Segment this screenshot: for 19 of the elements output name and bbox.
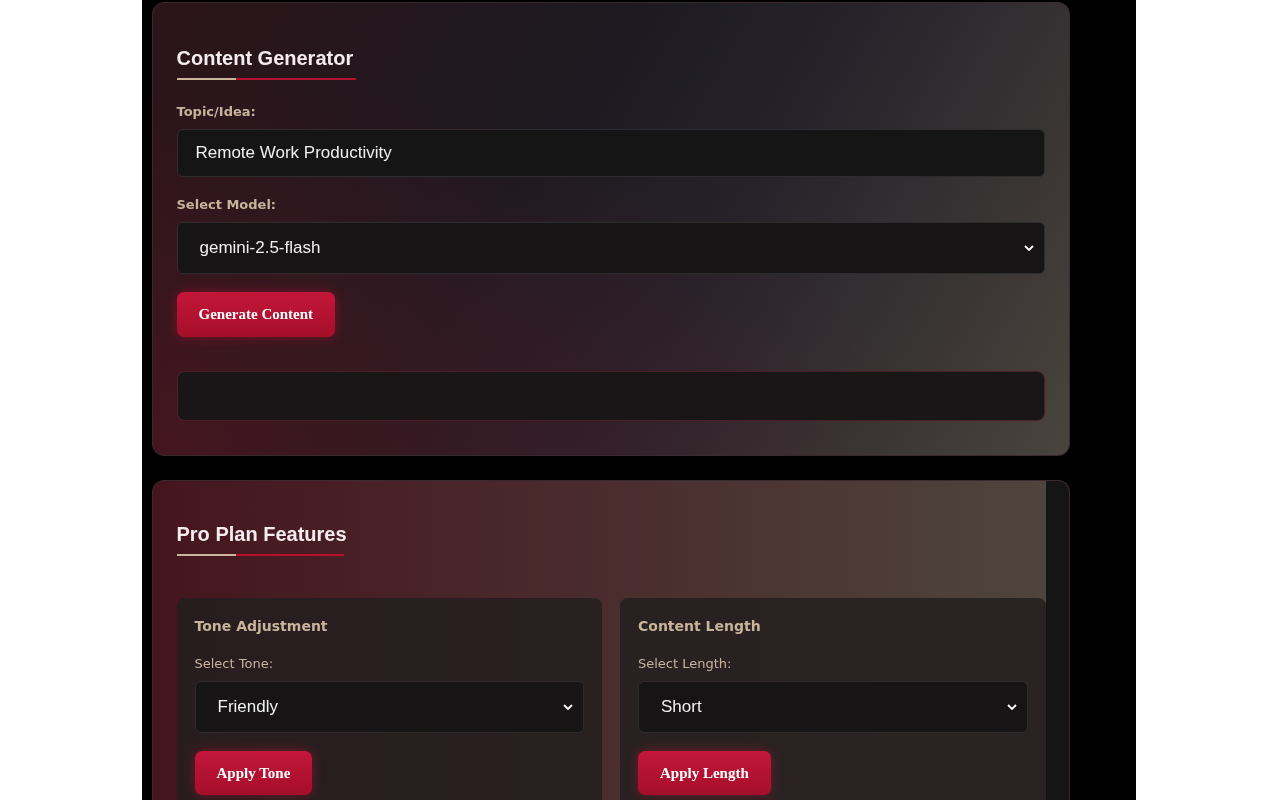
scrollbar[interactable]: [1045, 481, 1069, 800]
section-title: Content Generator: [176, 47, 354, 70]
field-label: Topic/Idea:: [176, 104, 257, 119]
apply-button[interactable]: Apply Length: [638, 751, 771, 795]
model-select[interactable]: gemini-2.5-flash: [176, 222, 1045, 274]
chevron-down-icon: [1023, 245, 1034, 251]
feature-title: Tone Adjustment: [194, 618, 329, 634]
field-label: Select Tone:: [194, 656, 275, 671]
topic-input[interactable]: Remote Work Productivity: [176, 129, 1045, 177]
section-title: Pro Plan Features: [176, 523, 347, 546]
feature-title: Content Length: [638, 618, 762, 634]
option-select[interactable]: Friendly: [194, 681, 584, 733]
option-select[interactable]: Short: [638, 681, 1028, 733]
field-label: Select Length:: [638, 656, 733, 671]
chevron-down-icon: [563, 704, 573, 710]
generate-button[interactable]: Generate Content: [176, 292, 336, 337]
field-label: Select Model:: [176, 197, 278, 212]
chevron-down-icon: [1006, 704, 1017, 710]
apply-button[interactable]: Apply Tone: [194, 751, 313, 795]
